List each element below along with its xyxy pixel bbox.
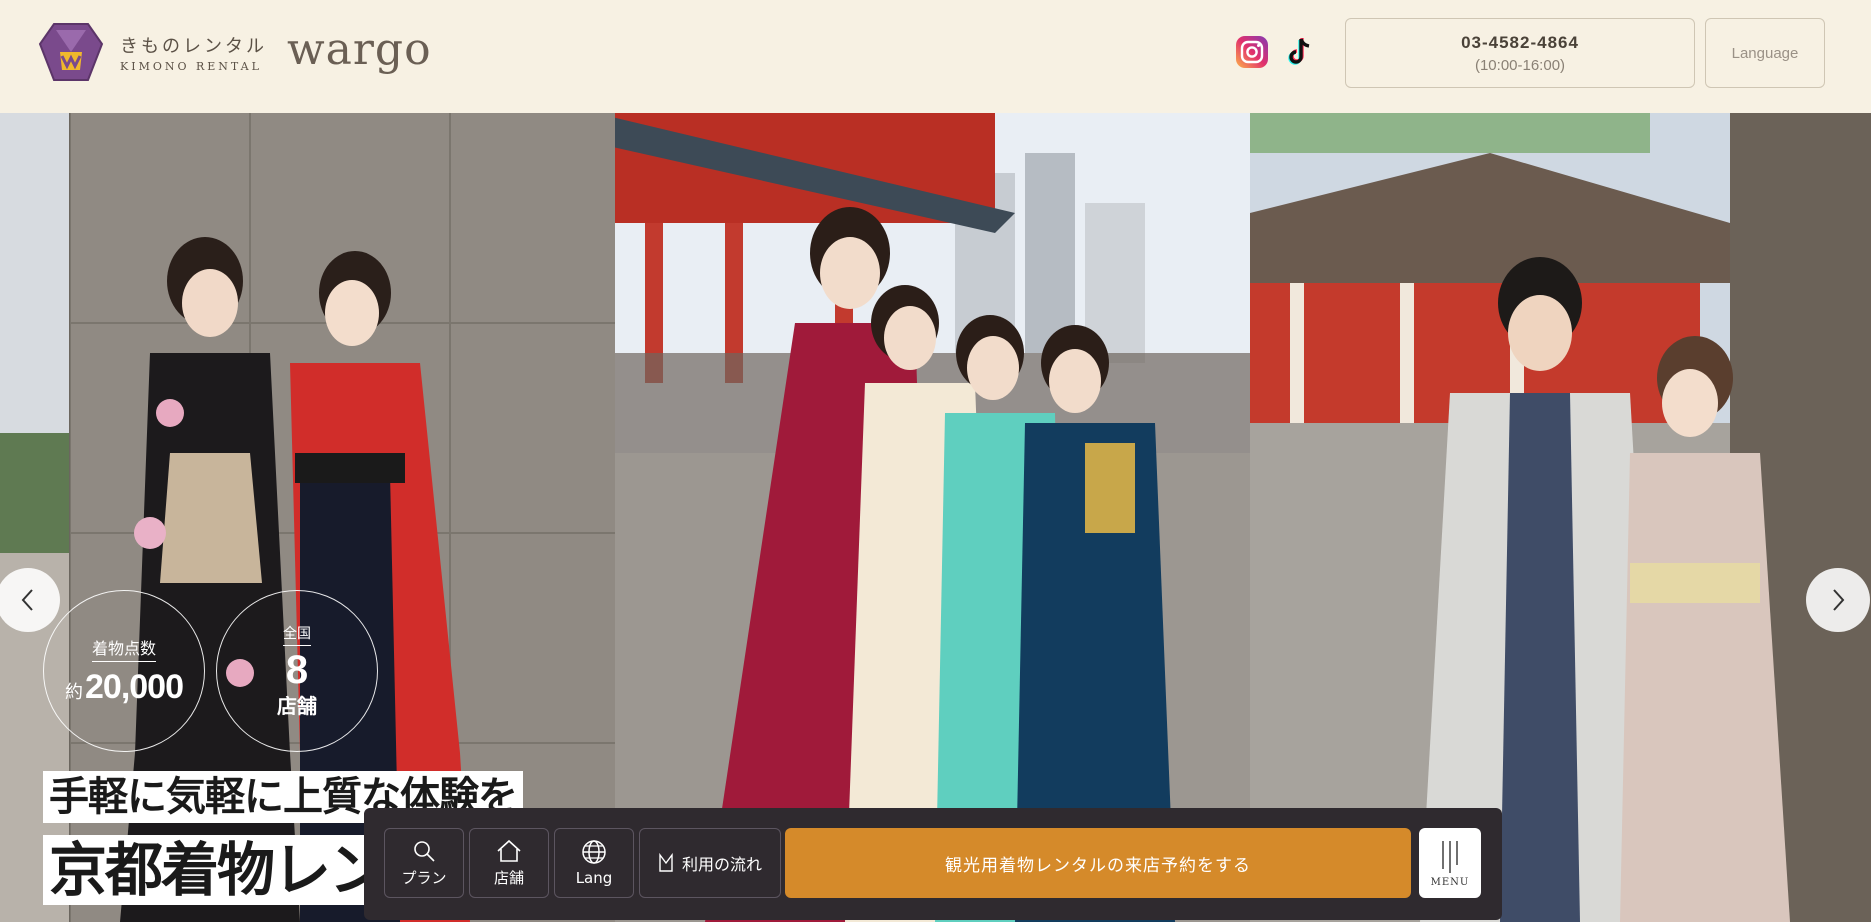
kimono-count-prefix: 約: [65, 682, 83, 703]
usage-flow-button[interactable]: 利用の流れ: [639, 828, 781, 898]
kimono-collar-icon: [659, 853, 673, 872]
lang-button-label: Lang: [575, 869, 613, 887]
plan-button-label: プラン: [401, 868, 447, 887]
store-count-value: 8: [285, 648, 309, 692]
hero-slide-image-3: [1250, 113, 1871, 922]
store-count-label: 全国: [283, 623, 311, 646]
reserve-button-label: 観光用着物レンタルの来店予約をする: [945, 855, 1251, 876]
usage-flow-label: 利用の流れ: [681, 855, 762, 874]
site-logo[interactable]: きものレンタル KIMONO RENTAL wargo: [38, 22, 432, 82]
tiktok-icon: [1288, 38, 1310, 65]
chevron-right-icon: [1833, 589, 1845, 611]
menu-button[interactable]: MENU: [1419, 828, 1481, 898]
instagram-icon: [1236, 36, 1268, 68]
search-icon: [414, 840, 435, 862]
slider-next-button[interactable]: [1806, 568, 1870, 632]
plan-button[interactable]: プラン: [384, 828, 464, 898]
phone-hours: (10:00-16:00): [1474, 56, 1566, 74]
tiktok-link[interactable]: [1281, 34, 1317, 70]
store-count-unit: 店舗: [277, 694, 317, 718]
store-button-label: 店舗: [493, 868, 524, 887]
phone-number: 03-4582-4864: [1461, 32, 1579, 52]
reserve-button[interactable]: 観光用着物レンタルの来店予約をする: [785, 828, 1411, 898]
globe-icon: [582, 840, 606, 864]
kimono-count-label: 着物点数: [91, 635, 156, 662]
store-button[interactable]: 店舗: [469, 828, 549, 898]
menu-button-label: MENU: [1430, 876, 1470, 888]
phone-button[interactable]: 03-4582-4864 (10:00-16:00): [1345, 18, 1695, 88]
language-button[interactable]: Language: [1705, 18, 1825, 88]
bottom-nav-bar: プラン 店舗 Lang 利用の流れ 観光用着物レンタルの来店予約をする MENU: [364, 808, 1502, 920]
instagram-link[interactable]: [1234, 34, 1270, 70]
site-header: きものレンタル KIMONO RENTAL wargo 03-4582-4864…: [0, 0, 1871, 113]
kimono-logo-icon: [38, 23, 104, 81]
brand-name: wargo: [287, 23, 432, 75]
kimono-count-value: 20,000: [85, 668, 184, 706]
kimono-count-badge: 着物点数 約 20,000: [43, 590, 205, 752]
hero-headline: 京都着物レンタル: [43, 835, 373, 905]
logo-english-text: KIMONO RENTAL: [120, 59, 262, 73]
home-icon: [497, 839, 521, 862]
hero-slide-image-2: [615, 113, 1250, 922]
lang-button[interactable]: Lang: [554, 828, 634, 898]
chevron-left-icon: [21, 589, 33, 611]
store-count-badge: 全国 8 店舗: [216, 590, 378, 752]
logo-japanese-text: きものレンタル: [120, 35, 267, 57]
menu-icon: [1442, 840, 1458, 873]
